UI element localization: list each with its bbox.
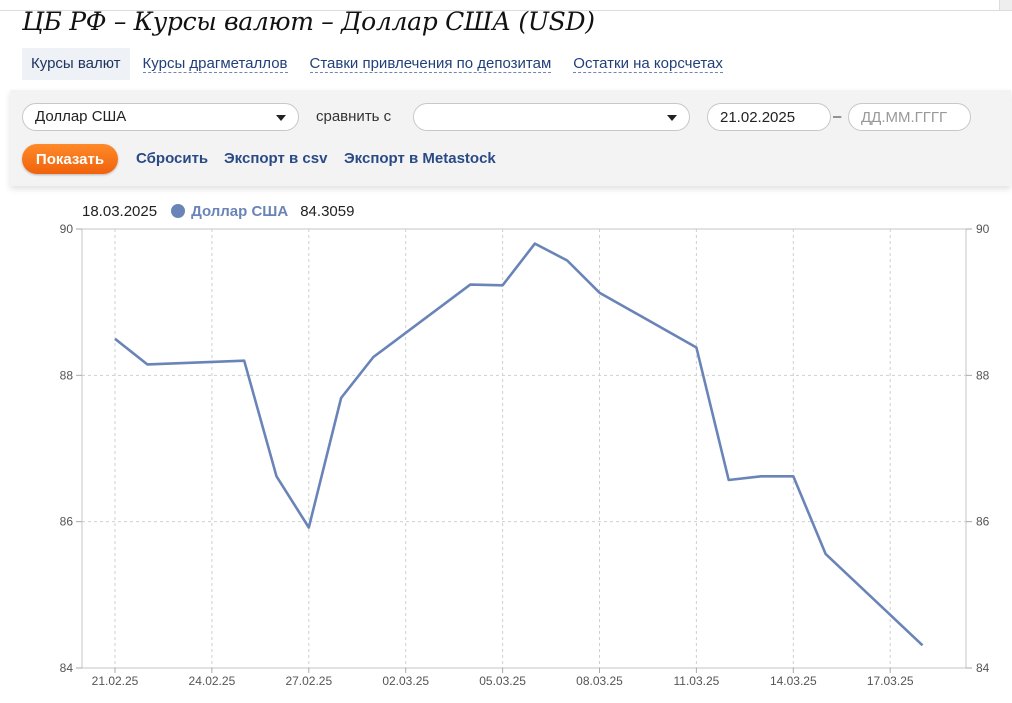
- y-tick-label-left: 84: [60, 661, 74, 675]
- x-tick-label: 11.03.25: [673, 674, 719, 688]
- x-tick-label: 24.02.25: [189, 674, 236, 688]
- plot-frame: [81, 228, 967, 669]
- x-tick-label: 17.03.25: [867, 674, 914, 688]
- y-tick-label-left: 88: [60, 368, 74, 382]
- y-tick-label-left: 86: [60, 515, 74, 529]
- x-tick-label: 08.03.25: [576, 674, 623, 688]
- y-tick-label-right: 84: [976, 661, 990, 675]
- y-tick-label-right: 88: [976, 368, 990, 382]
- x-tick-label: 05.03.25: [479, 674, 526, 688]
- x-tick-label: 27.02.25: [285, 674, 332, 688]
- x-tick-label: 14.03.25: [770, 674, 817, 688]
- y-tick-label-right: 90: [976, 222, 990, 236]
- y-tick-label-left: 90: [60, 222, 74, 236]
- x-tick-label: 02.03.25: [382, 674, 429, 688]
- series-line-usd: [114, 242, 924, 647]
- x-tick-label: 21.02.25: [92, 674, 139, 688]
- rate-chart: 84 84 86 86 88 88 90 90 21.02.25 24.02.25 27.02.25…: [60, 222, 990, 688]
- y-tick-label-right: 86: [976, 515, 990, 529]
